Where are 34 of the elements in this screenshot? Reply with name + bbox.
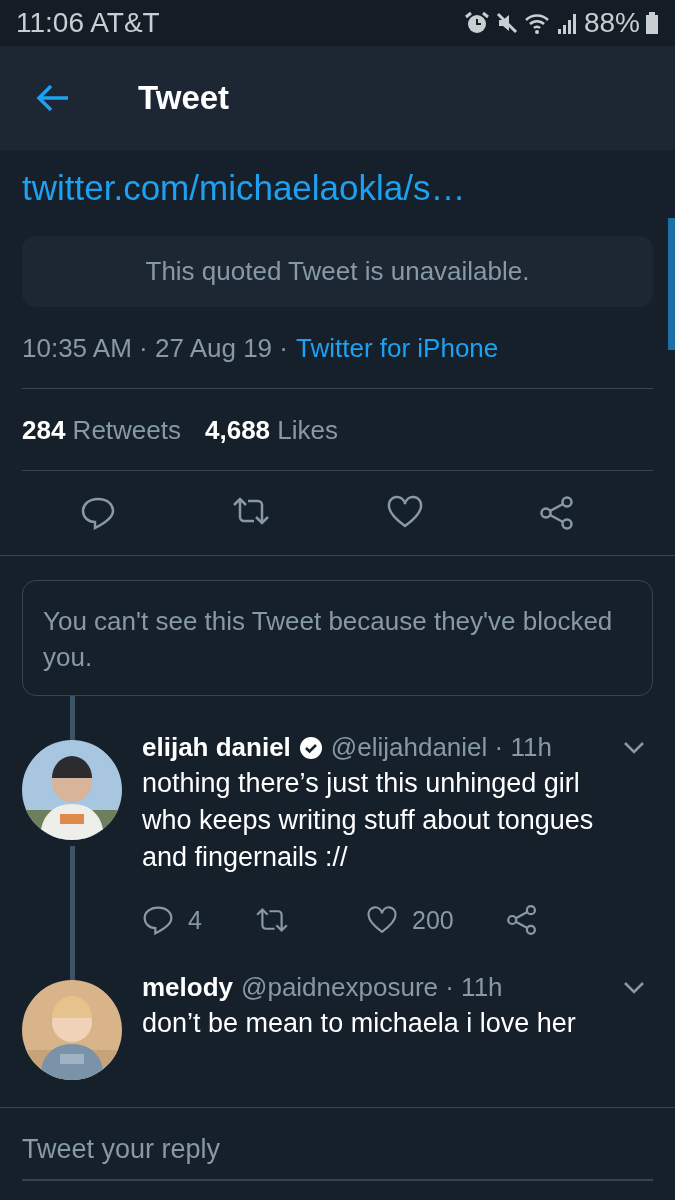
heart-icon[interactable]: [386, 495, 425, 529]
reply-author-name[interactable]: elijah daniel: [142, 732, 291, 763]
retweet-count[interactable]: 284 Retweets: [22, 415, 181, 446]
reply-text: don’t be mean to michaela i love her: [142, 1007, 577, 1040]
back-arrow-icon[interactable]: [36, 83, 70, 113]
alarm-icon: [463, 11, 490, 35]
blocked-tweet-notice: You can't see this Tweet because they've blocked you.: [22, 580, 653, 696]
reply-handle-time: @elijahdaniel · 11h: [330, 732, 552, 763]
retweet-icon[interactable]: [254, 906, 290, 934]
reply-count: 4: [188, 905, 202, 935]
scrollbar[interactable]: [668, 218, 675, 350]
tweet-source-link[interactable]: Twitter for iPhone: [295, 333, 499, 364]
reply-icon[interactable]: [79, 495, 116, 531]
share-icon[interactable]: [539, 495, 576, 531]
reply-icon[interactable]: [142, 904, 174, 936]
tweet-link[interactable]: twitter.com/michaelaokla/s…: [22, 168, 653, 208]
reply-author-name[interactable]: melody: [142, 972, 234, 1003]
reply-handle-time: @paidnexposure · 11h: [241, 972, 503, 1003]
signal-icon: [556, 11, 579, 35]
share-icon[interactable]: [505, 904, 538, 936]
tweet-timestamp: 10:35 AM · 27 Aug 19 ·: [22, 333, 288, 364]
battery-icon: [645, 11, 659, 35]
reply-text: nothing there’s just this unhinged girl who keeps writing stuff about tongues and fingernails ://: [142, 767, 595, 874]
quoted-tweet-notice: This quoted Tweet is unavailable.: [22, 236, 653, 307]
mute-icon: [494, 11, 519, 35]
chevron-down-icon[interactable]: [623, 980, 645, 995]
like-count[interactable]: 4,688 Likes: [205, 415, 338, 446]
header-title: Tweet: [138, 79, 230, 117]
heart-icon[interactable]: [366, 905, 398, 935]
reply-input-field[interactable]: Tweet your reply: [22, 1127, 653, 1181]
status-time: 11:06 AT&T: [16, 7, 160, 39]
chevron-down-icon[interactable]: [623, 740, 645, 755]
like-count: 200: [412, 905, 454, 935]
battery-percent: 88%: [583, 7, 640, 39]
